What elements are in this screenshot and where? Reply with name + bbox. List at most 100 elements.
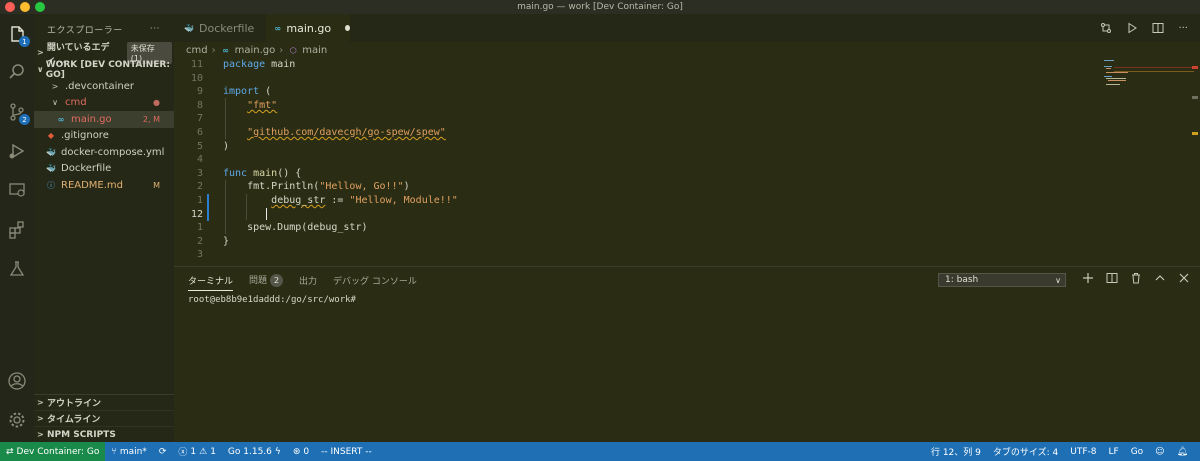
compare-changes-icon[interactable] xyxy=(1100,22,1112,34)
tree-item-label: docker-compose.yml xyxy=(61,146,165,158)
ports-indicator[interactable]: ⊛ 0 xyxy=(287,447,315,457)
minimap[interactable] xyxy=(1100,58,1200,266)
trash-icon[interactable] xyxy=(1130,272,1142,284)
tree-item[interactable]: 🐳 docker-compose.yml xyxy=(34,144,174,161)
open-editors-section[interactable]: > 開いているエディ... 未保存 (1) xyxy=(34,41,174,66)
code-text: ) xyxy=(223,140,230,152)
activity-bar: 1 2 xyxy=(0,14,34,442)
feedback-button[interactable]: ☺ xyxy=(1149,447,1170,457)
timeline-section[interactable]: > タイムライン xyxy=(34,411,174,427)
extensions-icon xyxy=(9,221,24,239)
tab-output[interactable]: 出力 xyxy=(299,274,317,287)
vim-mode: -- INSERT -- xyxy=(315,447,378,457)
extensions-activity[interactable] xyxy=(5,218,29,242)
chevron-up-icon[interactable] xyxy=(1154,272,1166,284)
close-icon[interactable] xyxy=(1178,272,1190,284)
more-actions-button[interactable]: ··· xyxy=(150,24,160,34)
testing-activity[interactable] xyxy=(5,257,29,281)
tree-item[interactable]: 🐳 Dockerfile xyxy=(34,161,174,178)
branch-indicator[interactable]: ⑂ main* xyxy=(105,447,152,457)
tab-problems-label: 問題 xyxy=(249,276,268,286)
line-number: 2 xyxy=(196,235,203,247)
tree-item[interactable]: ◆ .gitignore xyxy=(34,128,174,145)
go-version: Go 1.15.6 xyxy=(227,446,272,457)
remote-indicator[interactable]: ⇄ Dev Container: Go xyxy=(0,442,106,461)
explorer-activity[interactable]: 1 xyxy=(5,22,30,47)
info-icon: ⓘ xyxy=(47,180,55,190)
language-mode[interactable]: Go xyxy=(1125,447,1149,457)
go-version-indicator[interactable]: Go 1.15.6 ϟ xyxy=(222,447,287,457)
minimize-window-button[interactable] xyxy=(20,2,30,12)
run-icon[interactable] xyxy=(1126,22,1138,34)
overview-ruler-error xyxy=(1192,66,1198,69)
remote-explorer-activity[interactable] xyxy=(5,178,29,202)
accounts-activity[interactable] xyxy=(5,369,29,393)
tree-item[interactable]: ∞ main.go 2, M xyxy=(34,111,174,128)
overview-ruler-warning xyxy=(1192,132,1198,135)
search-activity[interactable] xyxy=(5,60,29,84)
error-count: 1 xyxy=(190,446,197,457)
code-line: 3 xyxy=(174,248,1200,262)
tab-dockerfile[interactable]: 🐳 Dockerfile xyxy=(182,14,264,42)
code-text: import ( xyxy=(223,86,272,98)
sync-icon: ⟳ xyxy=(158,446,167,457)
tree-item-label: cmd xyxy=(65,97,87,109)
git-status-badge: 2, M xyxy=(142,114,160,124)
zoom-window-button[interactable] xyxy=(35,2,45,12)
manage-activity[interactable] xyxy=(5,408,29,432)
tab-main-go[interactable]: ∞ main.go xyxy=(266,14,350,42)
account-icon xyxy=(8,372,26,390)
tab-debug-console[interactable]: デバッグ コンソール xyxy=(333,274,417,287)
chevron-right-icon: › xyxy=(211,44,216,56)
notifications-button[interactable]: 🔔︎ xyxy=(1171,447,1194,457)
unsaved-dot-icon[interactable] xyxy=(345,25,350,31)
problems-count-badge: 2 xyxy=(270,274,284,287)
new-terminal-icon[interactable] xyxy=(1082,272,1094,284)
breadcrumb-folder[interactable]: cmd xyxy=(186,45,208,56)
terminal-select[interactable]: 1: bash ∨ xyxy=(938,273,1066,287)
split-terminal-icon[interactable] xyxy=(1106,272,1118,284)
end-of-line[interactable]: LF xyxy=(1102,447,1124,457)
sync-button[interactable]: ⟳ xyxy=(153,447,173,457)
tree-item[interactable]: ∨ cmd ● xyxy=(34,95,174,112)
cursor-position[interactable]: 行 12、列 9 xyxy=(925,445,987,458)
code-text: fmt.Println("Hellow, Go!!") xyxy=(223,181,410,193)
go-file-icon: ∞ xyxy=(274,23,282,33)
branch-name: main* xyxy=(119,446,147,457)
split-editor-icon[interactable] xyxy=(1152,22,1164,34)
git-file-icon: ◆ xyxy=(47,131,55,141)
workspace-section[interactable]: ∨ WORK [DEV CONTAINER: GO] xyxy=(34,59,174,80)
source-control-activity[interactable]: 2 xyxy=(5,100,30,125)
git-branch-icon: ⑂ xyxy=(111,446,117,457)
line-number: 3 xyxy=(196,167,203,179)
tree-item[interactable]: > .devcontainer xyxy=(34,78,174,95)
tab-size[interactable]: タブのサイズ: 4 xyxy=(987,445,1064,458)
line-number: 6 xyxy=(196,127,203,138)
problems-indicator[interactable]: ⓧ 1 ⚠ 1 xyxy=(172,445,222,459)
tree-item[interactable]: ⓘ README.md M xyxy=(34,177,174,194)
workspace-label: WORK [DEV CONTAINER: GO] xyxy=(45,59,170,80)
breadcrumb-symbol[interactable]: main xyxy=(302,45,327,56)
remote-explorer-icon xyxy=(9,183,25,197)
terminal-prompt[interactable]: root@eb8b9e1daddd:/go/src/work# xyxy=(188,295,356,305)
chevron-right-icon: > xyxy=(37,398,44,407)
tab-problems[interactable]: 問題 2 xyxy=(249,273,284,287)
editor-more-button[interactable]: ··· xyxy=(1178,23,1188,34)
tree-item-label: Dockerfile xyxy=(61,163,112,175)
chevron-right-icon: > xyxy=(37,414,44,423)
close-window-button[interactable] xyxy=(5,2,15,12)
remote-icon: ⇄ xyxy=(6,446,14,457)
code-line: 12 xyxy=(174,208,1200,222)
outline-section[interactable]: > アウトライン xyxy=(34,395,174,411)
line-number: 8 xyxy=(196,99,203,111)
tree-item-label: main.go xyxy=(71,113,112,125)
flask-icon xyxy=(9,261,25,276)
code-editor[interactable]: 11 package main 10 9 import (8 "fmt" 7 6 "gith… xyxy=(174,58,1200,266)
npm-scripts-section[interactable]: > NPM SCRIPTS xyxy=(34,427,174,443)
status-bar: ⇄ Dev Container: Go ⑂ main* ⟳ ⓧ 1 ⚠ 1 Go… xyxy=(0,442,1200,461)
breadcrumb-file[interactable]: main.go xyxy=(235,45,276,56)
tab-terminal[interactable]: ターミナル xyxy=(188,274,234,291)
chevron-down-icon: ∨ xyxy=(1055,275,1061,285)
encoding[interactable]: UTF-8 xyxy=(1064,447,1102,457)
run-debug-activity[interactable] xyxy=(5,139,29,163)
